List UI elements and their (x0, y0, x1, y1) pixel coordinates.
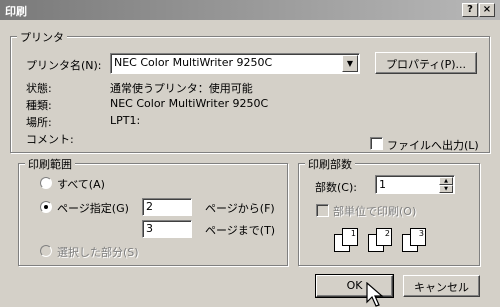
print-to-file-checkbox[interactable] (370, 137, 383, 150)
copies-count-spinner[interactable]: 1 ▲ ▼ (375, 175, 455, 194)
print-range-legend: 印刷範囲 (25, 156, 75, 172)
from-page-input[interactable]: 2 (142, 198, 192, 216)
window-title: 印刷 (5, 5, 27, 18)
range-selection-radio[interactable] (40, 245, 52, 257)
range-selection-label[interactable]: 選択した部分(S) (57, 244, 139, 260)
spin-up-icon[interactable]: ▲ (439, 177, 453, 185)
printer-name-select[interactable]: NEC Color MultiWriter 9250C ▼ (110, 53, 360, 74)
cancel-button[interactable]: キャンセル (403, 275, 480, 297)
location-label: 場所: (26, 116, 52, 129)
copies-count-label: 部数(C): (315, 181, 357, 194)
collate-page-2a: 2 (376, 228, 392, 246)
help-button[interactable]: ? (462, 3, 478, 17)
status-label: 状態: (26, 82, 52, 95)
type-label: 種類: (26, 99, 52, 112)
from-page-value: 2 (146, 200, 153, 213)
title-bar[interactable]: 印刷 ? × (0, 0, 500, 20)
to-page-value: 3 (146, 222, 153, 235)
to-page-input[interactable]: 3 (142, 220, 192, 238)
spin-down-icon[interactable]: ▼ (439, 185, 453, 193)
chevron-down-icon[interactable]: ▼ (342, 55, 358, 72)
collate-page-1a: 1 (342, 228, 358, 246)
radio-selected-dot (44, 205, 48, 209)
mouse-cursor-icon (366, 282, 384, 307)
collate-checkbox[interactable] (316, 204, 329, 217)
location-value: LPT1: (110, 114, 141, 127)
close-button[interactable]: × (479, 3, 495, 17)
spin-buttons[interactable]: ▲ ▼ (439, 177, 453, 193)
range-pages-radio[interactable] (40, 201, 52, 213)
comment-label: コメント: (26, 133, 74, 146)
range-all-label[interactable]: すべて(A) (57, 176, 105, 192)
copies-count-value: 1 (379, 178, 386, 191)
range-pages-label[interactable]: ページ指定(G) (57, 200, 129, 216)
print-dialog: 印刷 ? × プリンタ プリンタ名(N): NEC Color MultiWri… (0, 0, 500, 307)
printer-legend: プリンタ (17, 29, 67, 45)
ok-button-label: OK (346, 279, 363, 292)
printer-name-label: プリンタ名(N): (26, 59, 102, 72)
from-page-label: ページから(F) (205, 202, 275, 215)
collate-page-3a: 3 (410, 228, 426, 246)
collate-label[interactable]: 部単位で印刷(O) (333, 203, 416, 219)
properties-button-label: プロパティ(P)... (385, 58, 467, 71)
print-to-file-label[interactable]: ファイルへ出力(L) (387, 137, 479, 153)
range-all-radio[interactable] (40, 177, 52, 189)
cancel-button-label: キャンセル (414, 281, 469, 294)
type-value: NEC Color MultiWriter 9250C (110, 97, 269, 110)
printer-name-value: NEC Color MultiWriter 9250C (114, 56, 273, 69)
to-page-label: ページまで(T) (205, 224, 276, 237)
properties-button[interactable]: プロパティ(P)... (375, 52, 477, 74)
status-value: 通常使うプリンタ：使用可能 (110, 82, 253, 95)
copies-legend: 印刷部数 (305, 156, 355, 172)
